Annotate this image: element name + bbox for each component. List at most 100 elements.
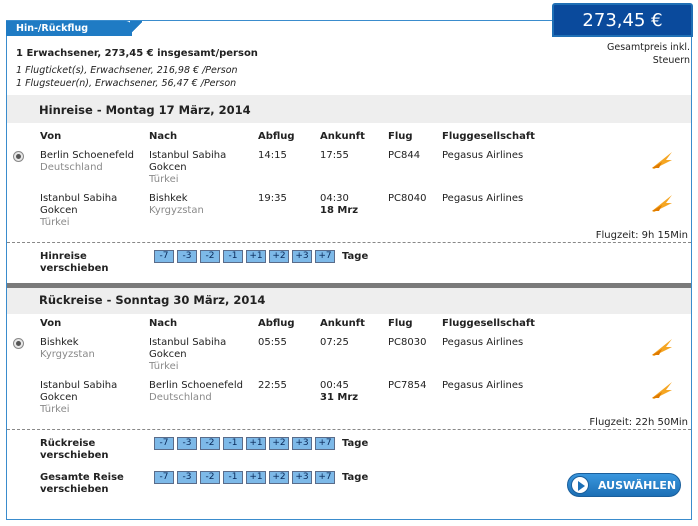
country: Türkei <box>40 217 70 228</box>
return-seg1-to: Istanbul Sabiha Gokcen Türkei <box>149 337 226 373</box>
shift-plus3-button[interactable]: +3 <box>292 437 312 450</box>
pegasus-logo-icon <box>652 195 672 212</box>
price-note: Gesamtpreis inkl. Steuern <box>580 41 690 67</box>
outbound-flight-time: Flugzeit: 9h 15Min <box>595 230 688 241</box>
col-departure: Abflug <box>258 131 295 142</box>
shift-minus7-button[interactable]: -7 <box>154 471 174 484</box>
country: Deutschland <box>149 392 212 403</box>
label-line2: verschieben <box>40 450 109 461</box>
shift-minus3-button[interactable]: -3 <box>177 437 197 450</box>
outbound-shift-label: Hinreise verschieben <box>40 251 109 275</box>
pegasus-logo-icon <box>652 152 672 169</box>
outbound-seg2-flight: PC8040 <box>388 193 427 204</box>
return-seg2-to: Berlin Schoenefeld Deutschland <box>149 380 243 404</box>
city-line2: Gokcen <box>149 349 187 360</box>
arr-time: 00:45 <box>320 380 349 391</box>
shift-plus1-button[interactable]: +1 <box>246 437 266 450</box>
shift-minus1-button[interactable]: -1 <box>223 437 243 450</box>
outbound-seg1-dep: 14:15 <box>258 150 287 161</box>
city: Bishkek <box>149 193 188 204</box>
country: Türkei <box>149 174 179 185</box>
divider <box>7 242 691 243</box>
return-shift-buttons: -7 -3 -2 -1 +1 +2 +3 +7 Tage <box>154 437 368 450</box>
outbound-seg1-airline: Pegasus Airlines <box>442 150 524 161</box>
label-line1: Hinreise <box>40 251 87 262</box>
days-label: Tage <box>342 472 369 483</box>
outbound-seg1-from: Berlin Schoenefeld Deutschland <box>40 150 134 174</box>
return-seg1-arr: 07:25 <box>320 337 349 348</box>
divider <box>7 429 691 430</box>
shift-plus7-button[interactable]: +7 <box>315 471 335 484</box>
outbound-radio[interactable] <box>13 151 24 162</box>
label-line1: Gesamte Reise <box>40 472 124 483</box>
shift-minus2-button[interactable]: -2 <box>200 250 220 263</box>
return-seg2-from: Istanbul Sabiha Gokcen Türkei <box>40 380 117 416</box>
shift-minus3-button[interactable]: -3 <box>177 471 197 484</box>
label-line2: verschieben <box>40 484 109 495</box>
outbound-shift-buttons: -7 -3 -2 -1 +1 +2 +3 +7 Tage <box>154 250 368 263</box>
shift-plus1-button[interactable]: +1 <box>246 471 266 484</box>
city: Istanbul Sabiha <box>149 337 227 348</box>
city-line2: Gokcen <box>40 205 78 216</box>
shift-plus2-button[interactable]: +2 <box>269 250 289 263</box>
shift-plus3-button[interactable]: +3 <box>292 250 312 263</box>
arr-date: 31 Mrz <box>320 392 359 403</box>
pegasus-logo-icon <box>652 339 672 356</box>
label-line2: verschieben <box>40 263 109 274</box>
shift-minus3-button[interactable]: -3 <box>177 250 197 263</box>
pegasus-logo-icon <box>652 382 672 399</box>
shift-plus7-button[interactable]: +7 <box>315 437 335 450</box>
total-price-box: 273,45 € <box>552 3 693 37</box>
summary-ticket: 1 Flugticket(s), Erwachsener, 216,98 € /… <box>16 65 238 76</box>
col-airline: Fluggesellschaft <box>442 318 535 329</box>
country: Türkei <box>40 404 70 415</box>
select-button-label: AUSWÄHLEN <box>598 479 677 492</box>
col-flight: Flug <box>388 131 413 142</box>
city-line2: Gokcen <box>40 392 78 403</box>
col-departure: Abflug <box>258 318 295 329</box>
days-label: Tage <box>342 251 369 262</box>
city: Istanbul Sabiha <box>40 380 118 391</box>
city: Berlin Schoenefeld <box>149 380 243 391</box>
shift-minus7-button[interactable]: -7 <box>154 250 174 263</box>
summary-total: 1 Erwachsener, 273,45 € insgesamt/person <box>16 48 258 59</box>
shift-plus1-button[interactable]: +1 <box>246 250 266 263</box>
city-line2: Gokcen <box>149 162 187 173</box>
country: Türkei <box>149 361 179 372</box>
trip-type-tab: Hin-/Rückflug <box>6 21 142 36</box>
arrow-right-icon <box>571 476 589 494</box>
return-seg1-from: Bishkek Kyrgyzstan <box>40 337 95 361</box>
total-shift-buttons: -7 -3 -2 -1 +1 +2 +3 +7 Tage <box>154 471 368 484</box>
outbound-seg2-arr: 04:30 18 Mrz <box>320 193 358 217</box>
summary-tax: 1 Flugsteuer(n), Erwachsener, 56,47 € /P… <box>16 78 237 89</box>
col-from: Von <box>40 318 62 329</box>
price-note-line2: Steuern <box>652 55 690 66</box>
return-seg1-dep: 05:55 <box>258 337 287 348</box>
shift-minus2-button[interactable]: -2 <box>200 471 220 484</box>
col-to: Nach <box>149 131 178 142</box>
outbound-header: Hinreise - Montag 17 März, 2014 <box>7 95 691 123</box>
return-seg2-flight: PC7854 <box>388 380 427 391</box>
col-arrival: Ankunft <box>320 131 365 142</box>
shift-minus1-button[interactable]: -1 <box>223 471 243 484</box>
col-flight: Flug <box>388 318 413 329</box>
shift-minus7-button[interactable]: -7 <box>154 437 174 450</box>
shift-minus1-button[interactable]: -1 <box>223 250 243 263</box>
outbound-seg1-flight: PC844 <box>388 150 421 161</box>
return-shift-label: Rückreise verschieben <box>40 438 109 462</box>
outbound-seg1-to: Istanbul Sabiha Gokcen Türkei <box>149 150 226 186</box>
select-button[interactable]: AUSWÄHLEN <box>567 473 681 497</box>
shift-plus3-button[interactable]: +3 <box>292 471 312 484</box>
return-radio[interactable] <box>13 338 24 349</box>
col-to: Nach <box>149 318 178 329</box>
outbound-seg1-arr: 17:55 <box>320 150 349 161</box>
shift-plus7-button[interactable]: +7 <box>315 250 335 263</box>
outbound-seg2-dep: 19:35 <box>258 193 287 204</box>
shift-plus2-button[interactable]: +2 <box>269 471 289 484</box>
days-label: Tage <box>342 438 369 449</box>
shift-minus2-button[interactable]: -2 <box>200 437 220 450</box>
return-seg1-airline: Pegasus Airlines <box>442 337 524 348</box>
shift-plus2-button[interactable]: +2 <box>269 437 289 450</box>
outbound-seg2-airline: Pegasus Airlines <box>442 193 524 204</box>
return-seg2-arr: 00:45 31 Mrz <box>320 380 358 404</box>
